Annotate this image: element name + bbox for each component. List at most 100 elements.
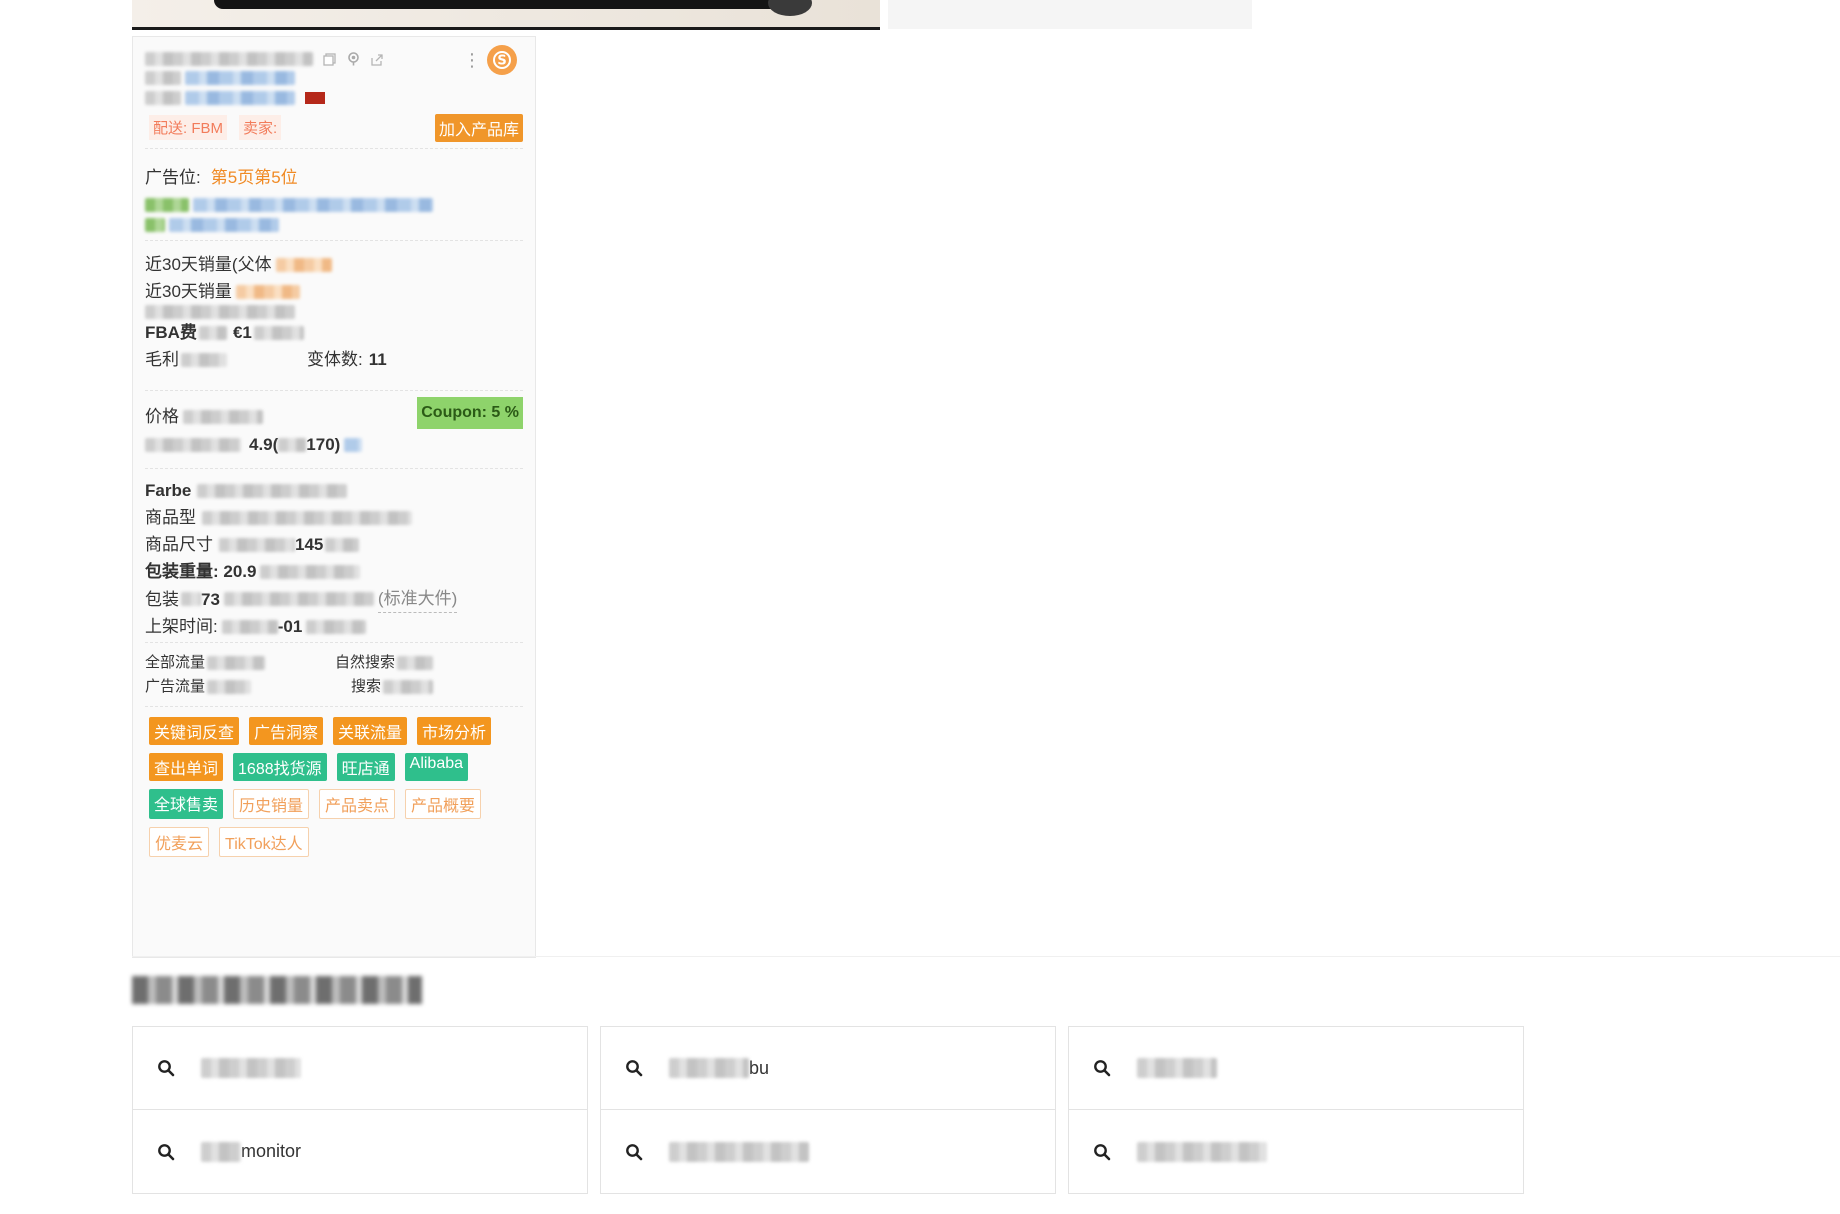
package-value: 73 (201, 589, 220, 609)
related-search-redacted (1137, 1141, 1267, 1162)
search-icon (155, 1141, 177, 1163)
divider (132, 956, 1840, 957)
fba-redacted (198, 325, 227, 340)
card-header-section: ⋮ S 配送: FBM 卖家: 加入产品库 (145, 37, 523, 149)
price-value-redacted (183, 410, 263, 424)
related-column: bu (600, 1026, 1056, 1194)
price-section: 价格 Coupon: 5 % 4.9( 170) (145, 391, 523, 469)
ad-traffic-redacted (207, 680, 252, 694)
tool-button-8[interactable]: 全球售卖 (149, 789, 224, 819)
revenue-redacted (145, 305, 295, 319)
product-plugin-card: ⋮ S 配送: FBM 卖家: 加入产品库 广告位: 第5页第5位 近30天销量… (132, 36, 536, 958)
tool-button-3[interactable]: 市场分析 (417, 717, 492, 745)
package-tier[interactable]: (标准大件) (377, 585, 458, 613)
search-icon (623, 1141, 645, 1163)
variants-value: 11 (368, 350, 387, 369)
fba-label: FBA费 (145, 323, 197, 342)
model-value-redacted (202, 510, 412, 525)
rating-count: 170) (306, 435, 341, 454)
rating-link-redacted[interactable] (344, 438, 363, 452)
top-image-bar (214, 0, 804, 9)
search-traffic-redacted (383, 680, 434, 694)
farbe-label: Farbe (145, 481, 192, 500)
keyword-link-redacted[interactable] (193, 198, 433, 212)
package-label: 包装 (145, 589, 179, 609)
brand-link-redacted[interactable] (185, 71, 295, 85)
sales-30d-parent-value-redacted (275, 257, 332, 272)
model-label: 商品型 (145, 508, 196, 527)
delivery-tag: 配送: FBM (149, 115, 227, 140)
tool-button-6[interactable]: 旺店通 (336, 753, 395, 781)
variants-label: 变体数: (307, 350, 363, 369)
weight-label: 包装重量: 20.9 (145, 562, 257, 581)
related-search-redacted (201, 1141, 241, 1162)
related-column (1068, 1026, 1524, 1194)
top-right-panel (888, 0, 1252, 29)
size-tail: 145 (295, 535, 324, 554)
seller-tag[interactable]: 卖家: (239, 115, 282, 140)
tool-button-13[interactable]: TikTok达人 (219, 827, 309, 857)
tool-button-2[interactable]: 关联流量 (333, 717, 408, 745)
farbe-value-redacted (197, 483, 348, 498)
related-search-item[interactable] (601, 1110, 1055, 1193)
sales-30d-label: 近30天销量 (145, 282, 232, 301)
copy-icon[interactable] (321, 51, 337, 67)
product-title-redacted (145, 52, 313, 66)
listed-age-redacted (306, 619, 367, 634)
share-icon[interactable] (369, 51, 385, 67)
ad-traffic-label: 广告流量 (145, 678, 206, 695)
related-search-item[interactable]: bu (601, 1027, 1055, 1110)
listed-date-tail: -01 (277, 617, 303, 636)
ad-position-value: 第5页第5位 (210, 168, 298, 187)
related-column: monitor (132, 1026, 588, 1194)
size-unit-redacted (325, 537, 360, 552)
tool-button-1[interactable]: 广告洞察 (249, 717, 324, 745)
tool-button-4[interactable]: 查出单词 (149, 753, 224, 781)
ad-position-label: 广告位: (145, 168, 201, 187)
location-icon[interactable] (345, 51, 361, 67)
size-label: 商品尺寸 (145, 535, 213, 554)
asin-link-redacted[interactable] (185, 91, 295, 105)
package-dims-redacted (223, 592, 374, 606)
price-label: 价格 (145, 407, 179, 426)
rating-label-redacted (145, 438, 241, 452)
brand-label-redacted (145, 71, 181, 85)
related-search-item[interactable] (1069, 1110, 1523, 1193)
specs-section: Farbe 商品型 商品尺寸 145 包装重量: 20.9 包装 73 (标准大… (145, 469, 523, 643)
fba-value: €1 (232, 323, 252, 342)
tool-button-grid: 关键词反查 广告洞察 关联流量 市场分析查出单词 1688找货源 旺店通 Alibaba 全球… (145, 707, 515, 857)
add-to-library-button[interactable]: 加入产品库 (434, 113, 523, 142)
tool-button-12[interactable]: 优麦云 (149, 827, 210, 857)
tool-button-5[interactable]: 1688找货源 (233, 753, 327, 781)
tool-button-9[interactable]: 历史销量 (233, 789, 310, 819)
related-search-redacted (669, 1058, 749, 1078)
traffic-section: 全部流量 自然搜索 广告流量 搜索 (145, 643, 523, 707)
sales-section: 近30天销量(父体 近30天销量 FBA费 €1 毛利 变体数: 11 (145, 241, 523, 391)
weight-unit-redacted (260, 564, 361, 579)
related-search-redacted (1137, 1058, 1217, 1078)
search-icon (623, 1057, 645, 1079)
package-mid-redacted (181, 592, 201, 606)
tool-button-10[interactable]: 产品卖点 (319, 789, 396, 819)
related-search-item[interactable] (1069, 1027, 1523, 1110)
tool-button-11[interactable]: 产品概要 (405, 789, 482, 819)
asin-label-redacted (145, 91, 181, 105)
sales-30d-value-redacted (235, 284, 300, 299)
related-search-item[interactable] (133, 1027, 587, 1110)
all-traffic-label: 全部流量 (145, 654, 206, 671)
listed-date-label: 上架时间: (145, 617, 218, 636)
related-search-item[interactable]: monitor (133, 1110, 587, 1193)
related-search-redacted (201, 1058, 301, 1078)
more-options-icon[interactable]: ⋮ (463, 51, 481, 69)
search-icon (1091, 1057, 1113, 1079)
related-search-text: monitor (241, 1141, 302, 1161)
margin-value-redacted (181, 352, 227, 367)
rating-mid-redacted (278, 438, 307, 452)
related-searches-grid: monitor bu (132, 1026, 1528, 1194)
keyword-tag-2-redacted (145, 218, 165, 232)
keyword-link-2-redacted[interactable] (169, 218, 279, 232)
sales-30d-parent-label: 近30天销量(父体 (145, 255, 272, 274)
fba-tail-redacted (253, 325, 304, 340)
tool-button-7[interactable]: Alibaba (404, 753, 469, 781)
tool-button-0[interactable]: 关键词反查 (149, 717, 240, 745)
